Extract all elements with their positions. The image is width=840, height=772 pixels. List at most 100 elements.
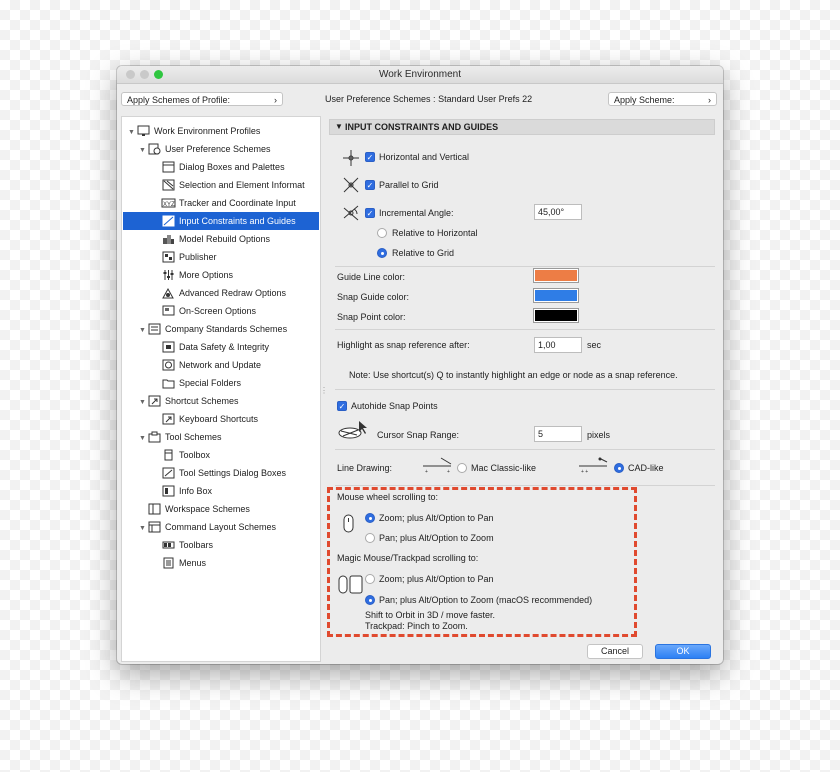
tree-item-selection-and-element-information[interactable]: Selection and Element Informat: [162, 176, 305, 194]
tree-label: Publisher: [179, 252, 217, 262]
minimize-window-button[interactable]: [140, 70, 149, 79]
scheme-prefix: User Preference Schemes :: [325, 94, 436, 104]
tree-label: Work Environment Profiles: [154, 126, 261, 136]
tree-label: Data Safety & Integrity: [179, 342, 270, 352]
tree-label: Workspace Schemes: [165, 504, 250, 514]
incremental-angle-checkbox[interactable]: ✓: [365, 208, 375, 218]
line-drawing-label: Line Drawing:: [337, 463, 393, 473]
snap-guide-color-label: Snap Guide color:: [337, 292, 410, 302]
divider: [335, 329, 715, 330]
tree-item-workspace-schemes[interactable]: Workspace Schemes: [148, 500, 250, 518]
tree-item-tool-schemes[interactable]: ▼ Tool Schemes: [139, 428, 222, 446]
snap-guide-color-swatch[interactable]: [533, 288, 579, 303]
tree-item-menus[interactable]: Menus: [162, 554, 206, 572]
tree-label: Special Folders: [179, 378, 242, 388]
tree-item-tracker-and-coordinate-input[interactable]: XYZ Tracker and Coordinate Input: [161, 194, 296, 212]
apply-schemes-of-profile-button[interactable]: Apply Schemes of Profile: ›: [121, 92, 283, 106]
snap-point-color-swatch[interactable]: [533, 308, 579, 323]
tree-item-user-preference-schemes[interactable]: ▼ User Preference Schemes: [139, 140, 271, 158]
highlight-snap-reference-label: Highlight as snap reference after:: [337, 340, 470, 350]
disclosure-down-icon: ▼: [139, 399, 146, 406]
autohide-snap-points-checkbox[interactable]: ✓: [337, 401, 347, 411]
disclosure-down-icon: ▼: [139, 327, 146, 334]
divider: [335, 449, 715, 450]
tree-label: Tool Schemes: [165, 432, 222, 442]
tree-label: Advanced Redraw Options: [179, 288, 287, 298]
command-layout-icon: [148, 521, 161, 533]
highlight-delay-input[interactable]: 1,00: [534, 337, 582, 353]
window-title: Work Environment: [378, 69, 462, 80]
current-scheme-label: User Preference Schemes : Standard User …: [325, 94, 532, 104]
chevron-right-icon: ›: [708, 95, 711, 105]
data-safety-icon: [162, 341, 175, 353]
incremental-angle-input[interactable]: 45,00°: [534, 204, 582, 220]
snap-point-color-label: Snap Point color:: [337, 312, 406, 322]
tree-item-input-constraints-and-guides[interactable]: Input Constraints and Guides: [123, 212, 319, 230]
relative-to-horizontal-label: Relative to Horizontal: [392, 228, 478, 238]
disclosure-down-icon: ▼: [139, 435, 146, 442]
tree-item-data-safety-and-integrity[interactable]: Data Safety & Integrity: [162, 338, 269, 356]
dialog-boxes-icon: [162, 161, 175, 173]
settings-panel: ▼ INPUT CONSTRAINTS AND GUIDES ✓ Horizon…: [325, 116, 723, 660]
tree-item-keyboard-shortcuts[interactable]: Keyboard Shortcuts: [162, 410, 258, 428]
disclosure-down-icon: ▼: [128, 129, 135, 136]
tree-label: Model Rebuild Options: [179, 234, 271, 244]
tree-label: Shortcut Schemes: [165, 396, 239, 406]
tree-label: Input Constraints and Guides: [179, 216, 296, 226]
cursor-snap-range-input[interactable]: 5: [534, 426, 582, 442]
tree-label: Toolbars: [179, 540, 214, 550]
tree-item-more-options[interactable]: More Options: [162, 266, 233, 284]
incremental-angle-icon: [343, 205, 359, 221]
tree-item-on-screen-options[interactable]: On-Screen Options: [162, 302, 256, 320]
horizontal-vertical-checkbox[interactable]: ✓: [365, 152, 375, 162]
mac-classic-like-label: Mac Classic-like: [471, 463, 537, 473]
svg-text:+: +: [447, 469, 450, 475]
tree-item-publisher[interactable]: Publisher: [162, 248, 217, 266]
tree-item-network-and-update[interactable]: Network and Update: [162, 356, 261, 374]
cursor-snap-range-icon: [338, 421, 367, 439]
highlight-unit-label: sec: [587, 340, 602, 350]
tree-item-toolbars[interactable]: Toolbars: [162, 536, 213, 554]
tree-item-model-rebuild-options[interactable]: Model Rebuild Options: [162, 230, 270, 248]
tree-item-shortcut-schemes[interactable]: ▼ Shortcut Schemes: [139, 392, 239, 410]
parallel-to-grid-checkbox[interactable]: ✓: [365, 180, 375, 190]
tree-item-toolbox[interactable]: Toolbox: [162, 446, 210, 464]
tree-item-dialog-boxes-and-palettes[interactable]: Dialog Boxes and Palettes: [162, 158, 285, 176]
tree-label: Tool Settings Dialog Boxes: [179, 468, 287, 478]
tree-item-special-folders[interactable]: Special Folders: [162, 374, 241, 392]
guide-line-color-swatch[interactable]: [533, 268, 579, 283]
section-header[interactable]: ▼ INPUT CONSTRAINTS AND GUIDES: [329, 119, 715, 135]
on-screen-icon: [162, 305, 175, 317]
svg-text:XYZ: XYZ: [163, 202, 175, 208]
svg-text:+: +: [425, 469, 428, 475]
tree-label: Command Layout Schemes: [165, 522, 277, 532]
cad-like-radio[interactable]: [614, 463, 624, 473]
tree-item-work-environment-profiles[interactable]: ▼ Work Environment Profiles: [128, 122, 260, 140]
tree-item-command-layout-schemes[interactable]: ▼ Command Layout Schemes: [139, 518, 276, 536]
toolbox-icon: [162, 449, 175, 461]
tool-schemes-icon: [148, 431, 161, 443]
relative-to-horizontal-radio[interactable]: [377, 228, 387, 238]
tree-item-info-box[interactable]: Info Box: [162, 482, 212, 500]
mac-classic-like-radio[interactable]: [457, 463, 467, 473]
zoom-window-button[interactable]: [154, 70, 163, 79]
tree-item-company-standards-schemes[interactable]: ▼ Company Standards Schemes: [139, 320, 287, 338]
cancel-button[interactable]: Cancel: [587, 644, 643, 659]
ok-button[interactable]: OK: [655, 644, 711, 659]
close-window-button[interactable]: [126, 70, 135, 79]
tree-item-tool-settings-dialog-boxes[interactable]: Tool Settings Dialog Boxes: [162, 464, 286, 482]
pane-splitter[interactable]: ⋮: [320, 116, 328, 660]
tree-item-advanced-redraw-options[interactable]: Advanced Redraw Options: [162, 284, 286, 302]
company-standards-icon: [148, 323, 161, 335]
tool-settings-icon: [162, 467, 175, 479]
tree-label: User Preference Schemes: [165, 144, 271, 154]
shortcut-schemes-icon: [148, 395, 161, 407]
monitor-icon: [137, 125, 150, 137]
horizontal-vertical-label: Horizontal and Vertical: [379, 152, 470, 162]
profile-tree: ▼ Work Environment Profiles ▼ User Prefere…: [121, 116, 321, 662]
tree-label: More Options: [179, 270, 234, 280]
workspace-icon: [148, 503, 161, 515]
selection-icon: [162, 179, 175, 191]
relative-to-grid-radio[interactable]: [377, 248, 387, 258]
apply-scheme-button[interactable]: Apply Scheme: ›: [608, 92, 717, 106]
